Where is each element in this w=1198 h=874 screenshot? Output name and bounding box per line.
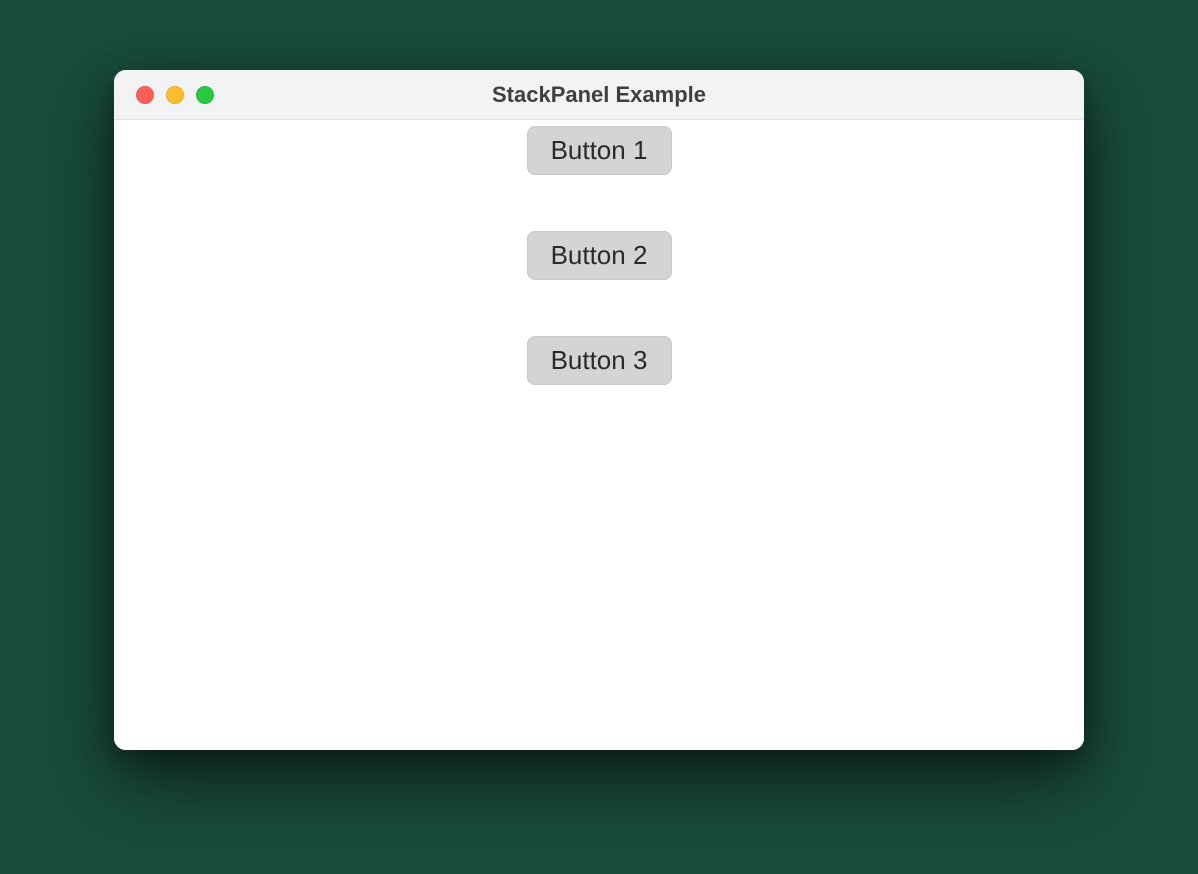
traffic-lights (114, 86, 214, 104)
button-1[interactable]: Button 1 (527, 126, 672, 175)
stack-panel: Button 1 Button 2 Button 3 (114, 120, 1084, 750)
maximize-icon[interactable] (196, 86, 214, 104)
app-window: StackPanel Example Button 1 Button 2 But… (114, 70, 1084, 750)
window-title: StackPanel Example (114, 82, 1084, 108)
close-icon[interactable] (136, 86, 154, 104)
minimize-icon[interactable] (166, 86, 184, 104)
titlebar: StackPanel Example (114, 70, 1084, 120)
button-2[interactable]: Button 2 (527, 231, 672, 280)
button-3[interactable]: Button 3 (527, 336, 672, 385)
